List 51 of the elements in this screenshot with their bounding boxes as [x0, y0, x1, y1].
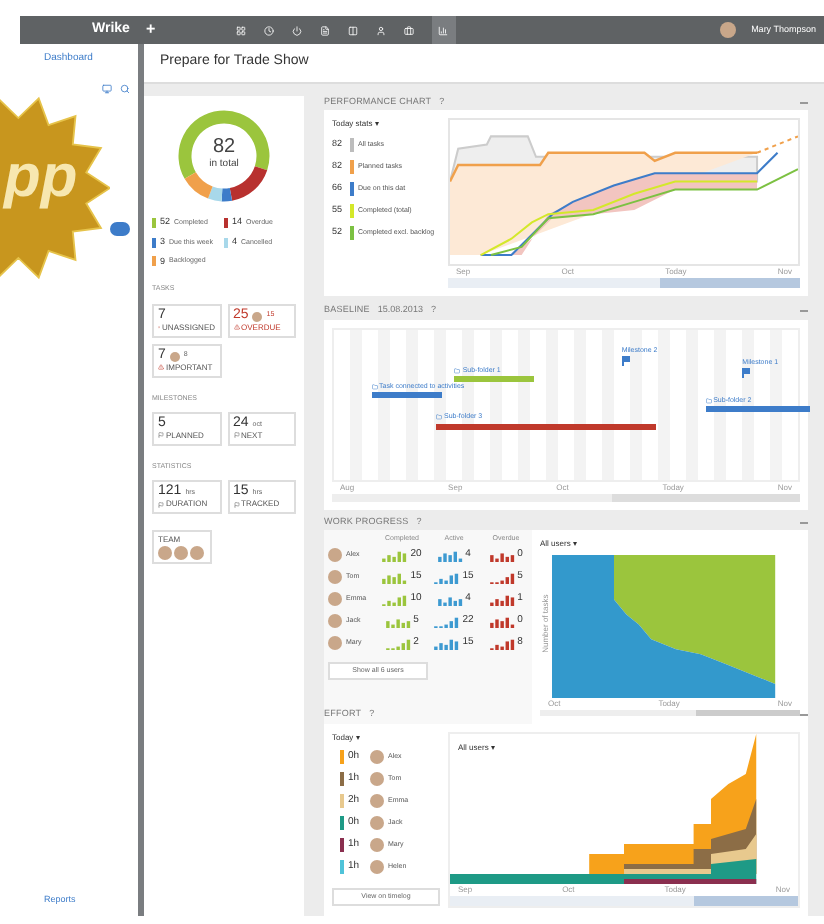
flag-icon [158, 501, 164, 507]
flag-icon [158, 432, 164, 439]
toolbar-icon[interactable] [263, 25, 274, 35]
flag-icon [233, 501, 239, 507]
sparkline [434, 637, 461, 649]
range-scrollbar[interactable] [332, 494, 800, 502]
toolbar-icon[interactable] [375, 25, 386, 35]
avatar [252, 311, 263, 321]
flag-icon [233, 432, 239, 439]
sidebar-highlight[interactable] [110, 221, 130, 235]
sparkline [434, 571, 461, 583]
range-scrollbar[interactable] [450, 896, 798, 906]
folder-icon [436, 414, 443, 421]
add-button[interactable]: + [145, 22, 156, 38]
sparkline [382, 571, 409, 583]
sparkline [385, 615, 412, 627]
sparkline [437, 549, 464, 561]
alert-icon [158, 364, 164, 370]
folder-icon [705, 398, 712, 405]
range-scrollbar[interactable] [540, 710, 800, 717]
sparkline [489, 549, 516, 561]
folder-icon [371, 383, 378, 390]
forecast-line [756, 136, 798, 155]
milestone-flag-icon[interactable] [621, 355, 630, 366]
avatar [719, 22, 736, 38]
search-icon[interactable] [120, 83, 130, 93]
badge-text: pp [4, 148, 78, 208]
toolbar-icon[interactable] [235, 25, 246, 35]
toolbar-button[interactable] [431, 16, 456, 44]
milestone-flag-icon[interactable] [742, 367, 751, 378]
sparkline [489, 637, 516, 649]
sparkline [489, 593, 516, 605]
total-count: 82 [212, 138, 236, 159]
range-scrollbar[interactable] [448, 278, 800, 288]
sparkline [437, 593, 464, 605]
gantt-bar[interactable] [705, 406, 811, 413]
toolbar-icon[interactable] [291, 25, 302, 35]
avatar [169, 351, 180, 361]
sparkline [382, 549, 409, 561]
toolbar-icon[interactable] [319, 25, 330, 35]
toolbar-icon[interactable] [403, 25, 414, 35]
toolbar-icon[interactable] [347, 25, 358, 35]
folder-icon [454, 368, 461, 375]
gantt-bar[interactable] [371, 391, 442, 398]
sparkline [382, 593, 409, 605]
sparkline [489, 615, 516, 627]
effort-area [624, 879, 757, 884]
monitor-icon[interactable] [102, 83, 112, 93]
alert-icon [233, 324, 239, 330]
gantt-bar[interactable] [436, 423, 657, 429]
chart-icon [438, 25, 449, 35]
